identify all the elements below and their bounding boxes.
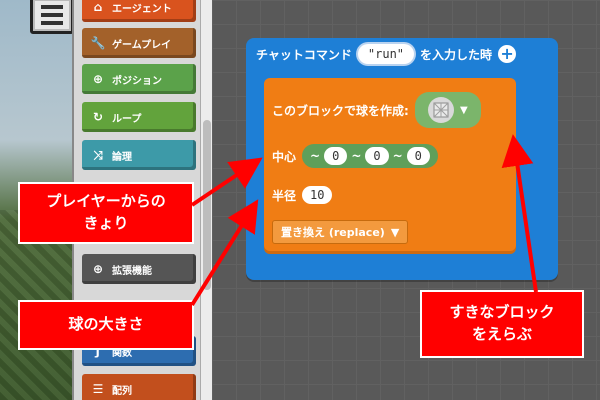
toolbox-category-label: ポジション — [112, 75, 162, 87]
wrench-icon: 🔧 — [90, 36, 106, 50]
event-suffix: を入力した時 — [420, 47, 493, 62]
create-sphere-block[interactable]: このブロックで球を作成: ▼ 中心 ~ 0 ~ 0 ~ 0 半径 10 置き換え… — [264, 78, 516, 254]
radius-label: 半径 — [272, 188, 297, 203]
toolbox-category-label: エージェント — [112, 3, 172, 15]
center-row: 中心 ~ 0 ~ 0 ~ 0 — [272, 144, 438, 168]
replace-mode-dropdown[interactable]: 置き換え (replace) ▼ — [272, 220, 409, 244]
radius-row: 半径 10 — [272, 186, 333, 204]
toolbox-category[interactable]: ⌂ エージェント — [82, 0, 196, 22]
center-x-field[interactable]: 0 — [324, 147, 348, 165]
mode-label: 置き換え (replace) — [281, 226, 385, 239]
tilde-symbol: ~ — [392, 149, 403, 163]
loop-icon: ↻ — [92, 110, 104, 124]
hamburger-menu-button[interactable] — [30, 0, 74, 34]
radius-field[interactable]: 10 — [302, 186, 333, 204]
event-header: チャットコマンド "run" を入力した時 + — [256, 44, 517, 64]
toolbox-category[interactable]: ☰ 配列 — [82, 374, 196, 400]
tilde-symbol: ~ — [351, 149, 362, 163]
add-parameter-icon[interactable]: + — [498, 45, 517, 63]
crosshair-icon: ⊕ — [92, 72, 104, 86]
distance-annotation: プレイヤーからの きょり — [18, 182, 194, 244]
toolbox-category-label: ループ — [112, 113, 142, 125]
chevron-down-icon: ▼ — [459, 104, 468, 116]
tilde-symbol: ~ — [310, 149, 321, 163]
toolbox-scrollbar[interactable] — [200, 0, 212, 400]
event-title: チャットコマンド — [256, 47, 352, 62]
menu-bar-icon — [41, 13, 63, 17]
toolbox-category-label: ゲームプレイ — [112, 39, 172, 51]
toolbox-category[interactable]: ⊕ 拡張機能 — [82, 254, 196, 284]
shuffle-icon: ⤨ — [93, 147, 103, 162]
position-input[interactable]: ~ 0 ~ 0 ~ 0 — [302, 144, 438, 168]
mode-row: 置き換え (replace) ▼ — [272, 220, 409, 244]
center-label: 中心 — [272, 149, 297, 164]
toolbox-category-label: 拡張機能 — [112, 265, 152, 277]
block-annotation: すきなブロック をえらぶ — [420, 290, 584, 358]
chevron-down-icon: ▼ — [390, 225, 400, 239]
scrollbar-thumb[interactable] — [203, 120, 211, 290]
center-z-field[interactable]: 0 — [406, 147, 430, 165]
block-picker-dropdown[interactable]: ▼ — [414, 92, 481, 128]
toolbox-category[interactable]: ⊕ ポジション — [82, 64, 196, 94]
create-row: このブロックで球を作成: ▼ — [272, 92, 481, 128]
list-icon: ☰ — [92, 382, 104, 396]
center-y-field[interactable]: 0 — [365, 147, 389, 165]
toolbox-category[interactable]: ⤨ 論理 — [82, 140, 196, 170]
toolbox-category-label: 配列 — [112, 385, 132, 397]
toolbox-category[interactable]: ↻ ループ — [82, 102, 196, 132]
toolbox-category-label: 論理 — [112, 151, 132, 163]
agent-icon: ⌂ — [93, 0, 103, 14]
create-label: このブロックで球を作成: — [272, 103, 409, 118]
menu-bar-icon — [41, 21, 63, 25]
glass-block-icon — [427, 97, 454, 123]
toolbox-category[interactable]: 🔧 ゲームプレイ — [82, 28, 196, 58]
size-annotation: 球の大きさ — [18, 300, 194, 350]
command-input[interactable]: "run" — [357, 44, 415, 64]
menu-bar-icon — [41, 5, 63, 9]
plus-circle-icon: ⊕ — [92, 262, 104, 276]
